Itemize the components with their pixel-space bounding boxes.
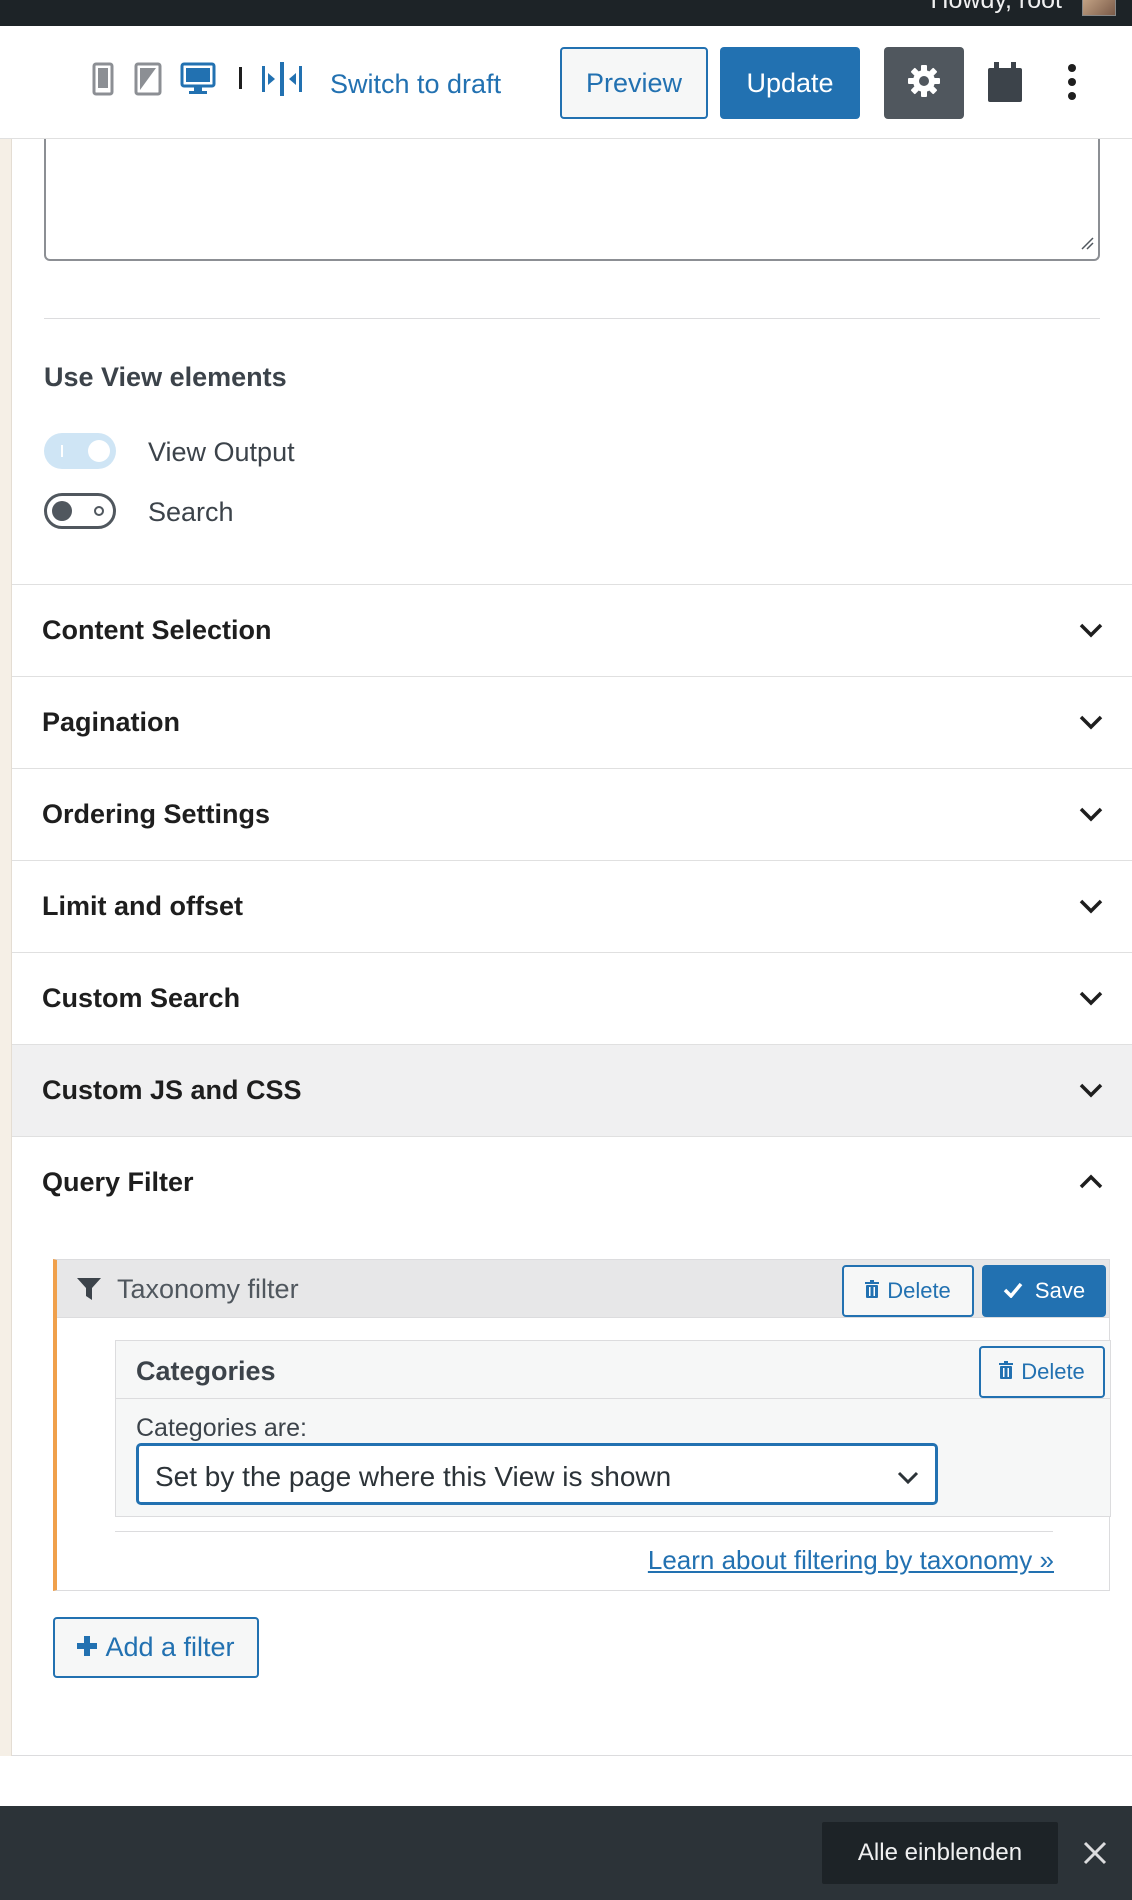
toolbar-separator xyxy=(239,67,242,89)
admin-bar: Howdy, root xyxy=(0,0,1132,26)
taxonomy-filter-title: Taxonomy filter xyxy=(117,1274,299,1304)
categories-mode-select[interactable]: Set by the page where this View is shown xyxy=(136,1443,938,1505)
accordion-custom-search[interactable]: Custom Search xyxy=(12,952,1132,1044)
split-view-icon[interactable] xyxy=(262,62,302,101)
plus-icon xyxy=(77,1632,98,1663)
desktop-preview-icon[interactable] xyxy=(180,62,216,101)
categories-filter: Categories Delete Categories are: Set by… xyxy=(115,1340,1111,1517)
accordion-query-filter[interactable]: Query Filter xyxy=(12,1136,1132,1228)
accordion-content-selection[interactable]: Content Selection xyxy=(12,584,1132,676)
footer-bar: Alle einblenden xyxy=(0,1806,1132,1900)
more-vertical-icon[interactable] xyxy=(1066,62,1078,107)
preview-button[interactable]: Preview xyxy=(560,47,708,119)
view-output-toggle[interactable] xyxy=(44,433,116,469)
chevron-down-icon xyxy=(1078,617,1104,648)
accordion-custom-js-css[interactable]: Custom JS and CSS xyxy=(12,1044,1132,1136)
chevron-down-icon xyxy=(1078,801,1104,832)
accordion-label: Content Selection xyxy=(42,615,272,645)
close-icon[interactable] xyxy=(1082,1840,1108,1871)
show-all-button[interactable]: Alle einblenden xyxy=(822,1822,1058,1884)
accordion-label: Ordering Settings xyxy=(42,799,271,829)
sidebar-edge xyxy=(0,139,12,1756)
funnel-icon xyxy=(77,1278,101,1305)
check-icon xyxy=(1003,1278,1023,1304)
add-filter-button[interactable]: Add a filter xyxy=(53,1617,259,1678)
toggle-knob xyxy=(88,440,110,462)
toggle-on-mark xyxy=(61,445,63,457)
categories-are-label: Categories are: xyxy=(136,1414,307,1442)
accordion-ordering-settings[interactable]: Ordering Settings xyxy=(12,768,1132,860)
mobile-preview-icon[interactable] xyxy=(92,62,114,101)
chevron-up-icon xyxy=(1078,1169,1104,1200)
view-output-label: View Output xyxy=(148,437,295,467)
delete-label: Delete xyxy=(887,1278,951,1303)
taxonomy-filter: Taxonomy filter Delete Save Categories D… xyxy=(53,1259,1111,1591)
delete-category-button[interactable]: Delete xyxy=(979,1346,1105,1398)
search-toggle[interactable] xyxy=(44,493,116,529)
learn-taxonomy-link[interactable]: Learn about filtering by taxonomy » xyxy=(648,1545,1054,1576)
add-filter-label: Add a filter xyxy=(105,1632,235,1662)
save-label: Save xyxy=(1034,1278,1086,1303)
resize-handle-icon[interactable] xyxy=(1080,236,1094,255)
save-filter-button[interactable]: Save xyxy=(982,1265,1106,1317)
taxonomy-filter-header: Taxonomy filter Delete Save xyxy=(57,1260,1109,1318)
categories-header: Categories Delete xyxy=(116,1341,1110,1399)
delete-label: Delete xyxy=(1021,1359,1085,1384)
trash-icon xyxy=(999,1359,1014,1385)
categories-title: Categories xyxy=(136,1356,276,1386)
accordion-label: Query Filter xyxy=(42,1167,194,1197)
switch-to-draft-link[interactable]: Switch to draft xyxy=(330,68,501,100)
clipboard-icon[interactable] xyxy=(988,62,1022,107)
select-value: Set by the page where this View is shown xyxy=(155,1461,672,1492)
accordion-label: Pagination xyxy=(42,707,181,737)
delete-filter-button[interactable]: Delete xyxy=(842,1265,974,1317)
panel-bottom-divider xyxy=(12,1755,1132,1756)
toggle-off-mark xyxy=(94,506,104,516)
howdy-label[interactable]: Howdy, root xyxy=(930,0,1062,15)
settings-button[interactable] xyxy=(884,47,964,119)
toggle-knob xyxy=(52,501,72,521)
accordion-limit-offset[interactable]: Limit and offset xyxy=(12,860,1132,952)
description-textarea[interactable] xyxy=(44,139,1100,261)
chevron-down-icon xyxy=(1078,893,1104,924)
tablet-preview-icon[interactable] xyxy=(134,62,162,101)
update-button[interactable]: Update xyxy=(720,47,860,119)
filter-divider xyxy=(115,1531,1053,1532)
accordion-label: Limit and offset xyxy=(42,891,243,921)
accordion-label: Custom JS and CSS xyxy=(42,1075,302,1105)
trash-icon xyxy=(865,1278,880,1304)
view-elements-heading: Use View elements xyxy=(44,362,287,392)
avatar[interactable] xyxy=(1082,0,1116,16)
search-label: Search xyxy=(148,497,234,527)
gear-icon xyxy=(906,63,942,104)
chevron-down-icon xyxy=(1078,709,1104,740)
accordion-label: Custom Search xyxy=(42,983,241,1013)
chevron-down-icon xyxy=(1078,1077,1104,1108)
chevron-down-icon xyxy=(897,1466,919,1493)
chevron-down-icon xyxy=(1078,985,1104,1016)
section-divider xyxy=(44,318,1100,319)
accordion-pagination[interactable]: Pagination xyxy=(12,676,1132,768)
editor-toolbar: Switch to draft Preview Update xyxy=(0,26,1132,139)
